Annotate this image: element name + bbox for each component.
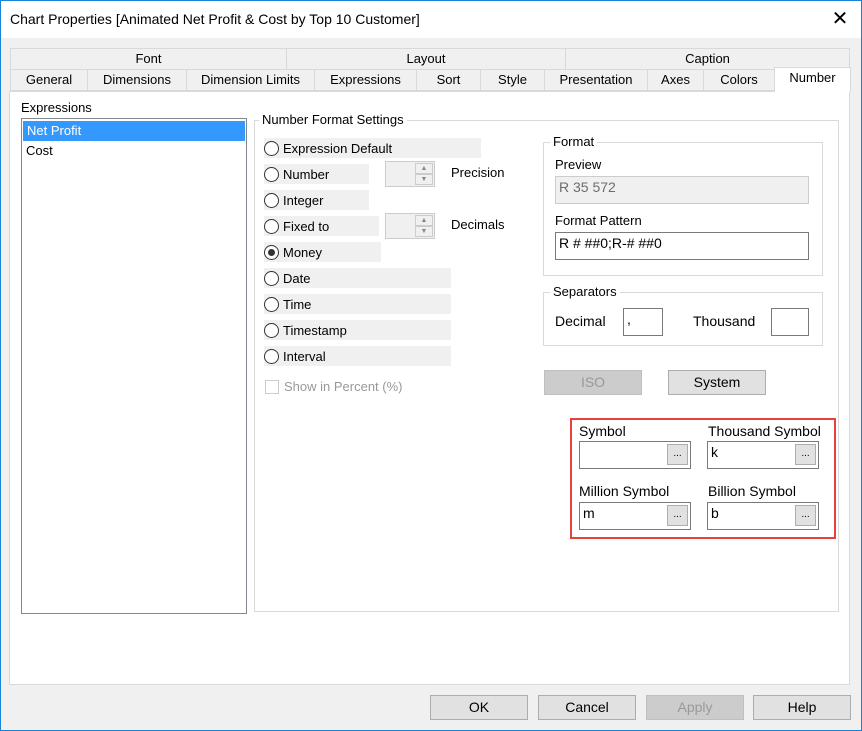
thousand-symbol-label: Thousand Symbol (708, 423, 821, 439)
radio-label: Date (283, 270, 311, 286)
radio-fixed-to[interactable]: Fixed to (264, 216, 379, 236)
cancel-button[interactable]: Cancel (538, 695, 636, 720)
radio-label: Timestamp (283, 322, 347, 338)
thousand-symbol-value: k (711, 444, 718, 460)
tab-dimension-limits[interactable]: Dimension Limits (186, 69, 315, 91)
tab-layout[interactable]: Layout (286, 48, 566, 70)
billion-symbol-browse-button[interactable]: ... (795, 505, 816, 526)
radio-number[interactable]: Number (264, 164, 369, 184)
symbol-input[interactable]: ... (579, 441, 691, 469)
radio-interval[interactable]: Interval (264, 346, 451, 366)
group-label: Format (550, 134, 598, 149)
precision-stepper[interactable]: ▲ ▼ (385, 161, 435, 187)
ok-button[interactable]: OK (430, 695, 528, 720)
list-item[interactable]: Cost (22, 141, 246, 161)
tab-sort[interactable]: Sort (416, 69, 481, 91)
tab-number[interactable]: Number (774, 67, 851, 92)
decimals-label: Decimals (451, 217, 505, 232)
format-pattern-label: Format Pattern (555, 213, 642, 228)
billion-symbol-label: Billion Symbol (708, 483, 796, 499)
system-button[interactable]: System (668, 370, 766, 395)
symbol-label: Symbol (579, 423, 626, 439)
list-item[interactable]: Net Profit (23, 121, 245, 141)
radio-timestamp[interactable]: Timestamp (264, 320, 451, 340)
symbol-browse-button[interactable]: ... (667, 444, 688, 465)
tab-general[interactable]: General (10, 69, 88, 91)
radio-label: Fixed to (283, 218, 330, 234)
checkbox-label: Show in Percent (%) (284, 379, 403, 394)
tab-style[interactable]: Style (480, 69, 545, 91)
billion-symbol-value: b (711, 505, 719, 521)
radio-label: Integer (283, 192, 324, 208)
iso-button[interactable]: ISO (544, 370, 642, 395)
radio-label: Number (283, 166, 330, 182)
million-symbol-browse-button[interactable]: ... (667, 505, 688, 526)
tab-presentation[interactable]: Presentation (544, 69, 648, 91)
billion-symbol-input[interactable]: b... (707, 502, 819, 530)
tab-expressions[interactable]: Expressions (314, 69, 417, 91)
million-symbol-value: m (583, 505, 595, 521)
preview-label: Preview (555, 157, 602, 172)
million-symbol-label: Million Symbol (579, 483, 670, 499)
tab-dimensions[interactable]: Dimensions (87, 69, 187, 91)
expressions-label: Expressions (21, 100, 92, 115)
thousand-separator-input[interactable] (771, 308, 809, 336)
expressions-list[interactable]: Net Profit Cost (21, 118, 247, 614)
precision-label: Precision (451, 165, 505, 180)
radio-expression-default[interactable]: Expression Default (264, 138, 481, 158)
group-label: Separators (550, 284, 620, 299)
tab-axes[interactable]: Axes (647, 69, 704, 91)
thousand-symbol-browse-button[interactable]: ... (795, 444, 816, 465)
thousand-symbol-input[interactable]: k... (707, 441, 819, 469)
radio-integer[interactable]: Integer (264, 190, 369, 210)
radio-label: Time (283, 296, 312, 312)
radio-date[interactable]: Date (264, 268, 451, 288)
format-pattern-input[interactable]: R # ##0;R-# ##0 (555, 232, 809, 260)
show-in-percent-checkbox[interactable]: Show in Percent (%) (265, 379, 403, 394)
tab-colors[interactable]: Colors (703, 69, 775, 91)
dialog-title: Chart Properties [Animated Net Profit & … (10, 11, 420, 27)
radio-label: Money (283, 244, 323, 260)
radio-label: Expression Default (283, 140, 393, 156)
decimal-label: Decimal (555, 313, 606, 329)
radio-time[interactable]: Time (264, 294, 451, 314)
radio-label: Interval (283, 348, 326, 364)
radio-money[interactable]: Money (264, 242, 381, 262)
close-icon[interactable]: ✕ (826, 6, 854, 32)
decimal-separator-input[interactable]: , (623, 308, 663, 336)
help-button[interactable]: Help (753, 695, 851, 720)
preview-field: R 35 572 (555, 176, 809, 204)
decimals-stepper[interactable]: ▲ ▼ (385, 213, 435, 239)
million-symbol-input[interactable]: m... (579, 502, 691, 530)
thousand-label: Thousand (693, 313, 756, 329)
group-label: Number Format Settings (259, 112, 407, 127)
apply-button[interactable]: Apply (646, 695, 744, 720)
tab-font[interactable]: Font (10, 48, 287, 70)
